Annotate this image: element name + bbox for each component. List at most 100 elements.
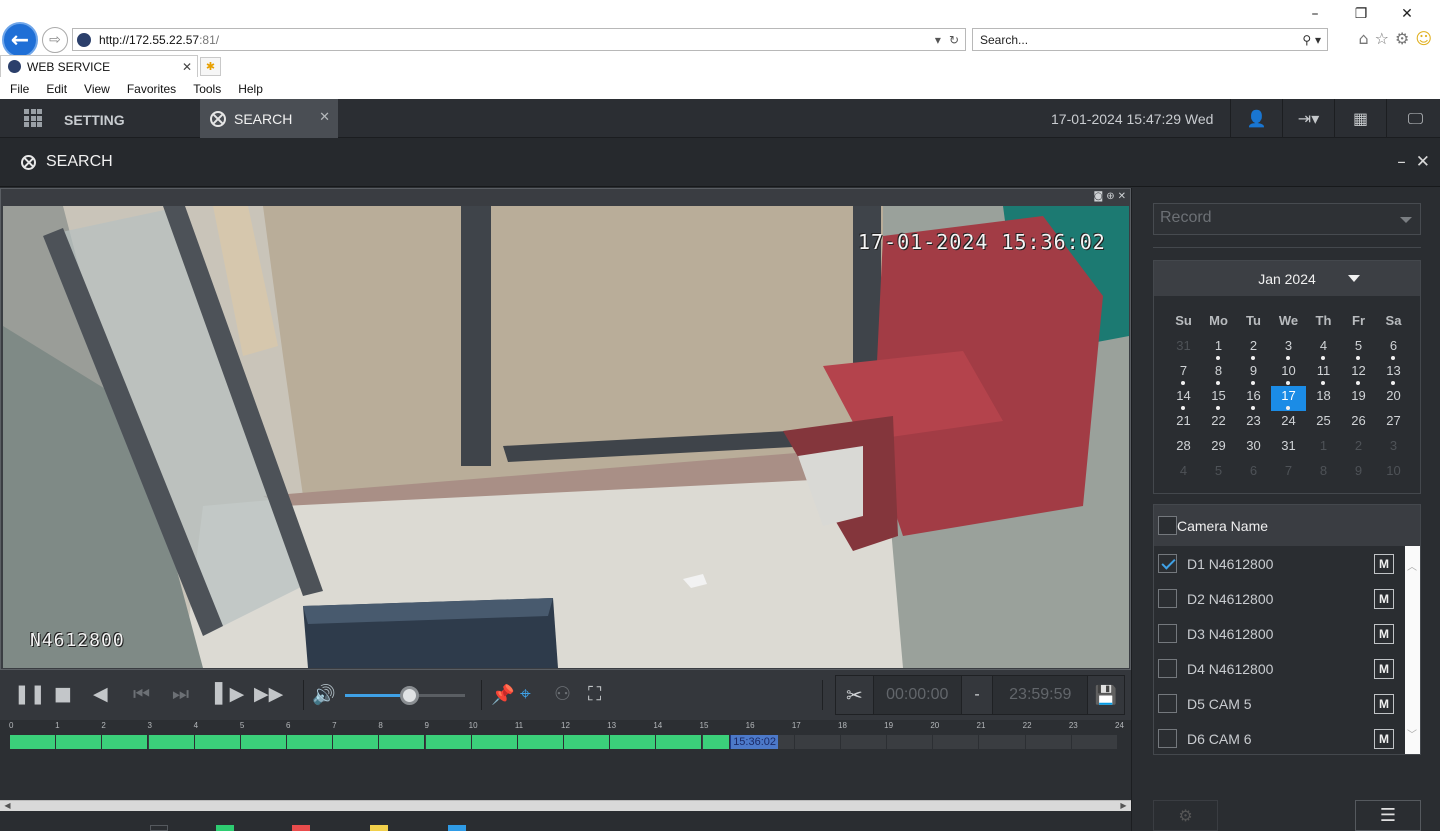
pause-icon[interactable]: ❚❚ xyxy=(14,683,46,705)
timeline-hour-segment[interactable] xyxy=(148,735,195,749)
browser-search-input[interactable]: Search... ⚲ ▾ xyxy=(972,28,1328,51)
camera-row[interactable]: D1 N4612800 M xyxy=(1154,546,1406,581)
calendar-day[interactable]: 3 xyxy=(1376,436,1411,461)
logout-icon[interactable]: ⇥▾ xyxy=(1282,99,1334,138)
calendar-day[interactable]: 2 xyxy=(1341,436,1376,461)
main-stream-button[interactable]: M xyxy=(1374,694,1394,714)
close-video-icon[interactable]: ✕ xyxy=(1118,191,1126,202)
camera-checkbox[interactable] xyxy=(1158,659,1177,678)
calendar-day[interactable]: 2 xyxy=(1236,336,1271,361)
tab-search[interactable]: SEARCH ✕ xyxy=(200,99,338,138)
timeline-hour-segment[interactable] xyxy=(194,735,241,749)
user-icon[interactable]: 👤 xyxy=(1230,99,1282,138)
timeline-track[interactable] xyxy=(10,735,1118,749)
snapshot-icon[interactable]: ◙ xyxy=(1094,191,1104,202)
scroll-down-icon[interactable]: ﹀ xyxy=(1407,726,1417,741)
person-search-icon[interactable]: ⚇ xyxy=(554,683,571,705)
timeline-hour-segment[interactable] xyxy=(102,735,149,749)
clip-start-time[interactable]: 00:00:00 xyxy=(873,676,962,714)
calendar-day-selected[interactable]: 17 xyxy=(1271,386,1306,411)
calendar-day[interactable]: 22 xyxy=(1201,411,1236,436)
volume-slider[interactable] xyxy=(345,686,465,705)
calendar-day[interactable]: 5 xyxy=(1341,336,1376,361)
timeline-hour-segment[interactable] xyxy=(887,735,934,749)
calendar-day[interactable]: 31 xyxy=(1166,336,1201,361)
calendar-day[interactable]: 21 xyxy=(1166,411,1201,436)
calendar-day[interactable]: 7 xyxy=(1166,361,1201,386)
address-bar[interactable]: http://172.55.22.57:81/ ▾ ↻ xyxy=(72,28,966,51)
calendar-day[interactable]: 25 xyxy=(1306,411,1341,436)
calendar-day[interactable]: 28 xyxy=(1166,436,1201,461)
calendar-day[interactable]: 4 xyxy=(1166,461,1201,486)
main-menu-grid-icon[interactable] xyxy=(24,109,42,127)
calendar-day[interactable]: 4 xyxy=(1306,336,1341,361)
calendar-day[interactable]: 14 xyxy=(1166,386,1201,411)
volume-knob[interactable] xyxy=(399,686,419,705)
calendar-day[interactable]: 20 xyxy=(1376,386,1411,411)
timeline-hour-segment[interactable] xyxy=(10,735,57,749)
calendar-day[interactable]: 6 xyxy=(1236,461,1271,486)
timeline-hour-segment[interactable] xyxy=(287,735,334,749)
month-dropdown-icon[interactable] xyxy=(1348,275,1360,282)
main-stream-button[interactable]: M xyxy=(1374,729,1394,749)
calendar-day[interactable]: 11 xyxy=(1306,361,1341,386)
calendar-day[interactable]: 1 xyxy=(1201,336,1236,361)
timeline-hour-segment[interactable] xyxy=(795,735,841,749)
volume-icon[interactable]: 🔊 xyxy=(312,683,336,706)
calendar-day[interactable]: 9 xyxy=(1236,361,1271,386)
list-view-icon[interactable]: ☰ xyxy=(1355,800,1421,831)
main-stream-button[interactable]: M xyxy=(1374,624,1394,644)
scroll-left-arrow-icon[interactable]: ◀ xyxy=(2,801,13,811)
timeline-hour-segment[interactable] xyxy=(1072,735,1118,749)
calendar-day[interactable]: 23 xyxy=(1236,411,1271,436)
main-stream-button[interactable]: M xyxy=(1374,554,1394,574)
calendar-day[interactable]: 24 xyxy=(1271,411,1306,436)
address-dropdown-icon[interactable]: ▾ xyxy=(935,33,941,47)
camera-checkbox[interactable] xyxy=(1158,589,1177,608)
video-player[interactable]: ◙ ⊕ ✕ 17-01-2024 15:36:02 N4612800 xyxy=(0,188,1131,670)
calendar-day[interactable]: 5 xyxy=(1201,461,1236,486)
timeline-hour-segment[interactable] xyxy=(564,735,611,749)
timeline-hour-segment[interactable] xyxy=(1026,735,1072,749)
camera-checkbox[interactable] xyxy=(1158,554,1177,573)
smart-search-icon[interactable]: ⌖ xyxy=(520,683,531,705)
next-frame-icon[interactable]: ⏭ xyxy=(172,683,189,705)
home-icon[interactable]: ⌂ xyxy=(1358,29,1368,48)
timeline-hour-segment[interactable] xyxy=(980,735,1026,749)
camera-row[interactable]: D6 CAM 6 M xyxy=(1154,721,1406,756)
calendar-day[interactable]: 6 xyxy=(1376,336,1411,361)
calendar-day[interactable]: 7 xyxy=(1271,461,1306,486)
calendar-day[interactable]: 16 xyxy=(1236,386,1271,411)
calendar-day[interactable]: 15 xyxy=(1201,386,1236,411)
calendar-day[interactable]: 10 xyxy=(1271,361,1306,386)
timeline-hour-segment[interactable] xyxy=(379,735,426,749)
smart-search-button[interactable]: ⚙ xyxy=(1153,800,1218,831)
camera-row[interactable]: D2 N4612800 M xyxy=(1154,581,1406,616)
calendar-day[interactable]: 8 xyxy=(1201,361,1236,386)
restore-button[interactable]: ❐ xyxy=(1338,4,1384,24)
calendar-day[interactable]: 12 xyxy=(1341,361,1376,386)
scissors-icon[interactable]: ✂ xyxy=(836,676,874,714)
camera-checkbox[interactable] xyxy=(1158,694,1177,713)
menu-file[interactable]: File xyxy=(10,82,29,96)
menu-edit[interactable]: Edit xyxy=(46,82,67,96)
timeline-hour-segment[interactable] xyxy=(425,735,472,749)
menu-view[interactable]: View xyxy=(84,82,110,96)
timeline-hour-segment[interactable] xyxy=(517,735,564,749)
step-forward-icon[interactable]: ▌▶ xyxy=(215,683,244,705)
timeline-hour-segment[interactable] xyxy=(56,735,103,749)
back-arrow-icon[interactable]: ← xyxy=(2,22,38,58)
fast-forward-icon[interactable]: ▶▶ xyxy=(254,683,283,705)
new-tab-icon[interactable]: ✱ xyxy=(200,57,221,76)
menu-favorites[interactable]: Favorites xyxy=(127,82,176,96)
calendar-day[interactable]: 19 xyxy=(1341,386,1376,411)
browser-tab[interactable]: WEB SERVICE ✕ xyxy=(0,55,198,77)
save-clip-icon[interactable]: 💾 xyxy=(1088,676,1124,714)
close-tab-icon[interactable]: ✕ xyxy=(319,110,330,125)
calendar-day[interactable]: 3 xyxy=(1271,336,1306,361)
live-view-monitor-icon[interactable]: 🖵 xyxy=(1386,99,1440,138)
timeline-hour-segment[interactable] xyxy=(610,735,657,749)
calendar-day[interactable]: 27 xyxy=(1376,411,1411,436)
scroll-right-arrow-icon[interactable]: ▶ xyxy=(1118,801,1129,811)
calendar-day[interactable]: 29 xyxy=(1201,436,1236,461)
